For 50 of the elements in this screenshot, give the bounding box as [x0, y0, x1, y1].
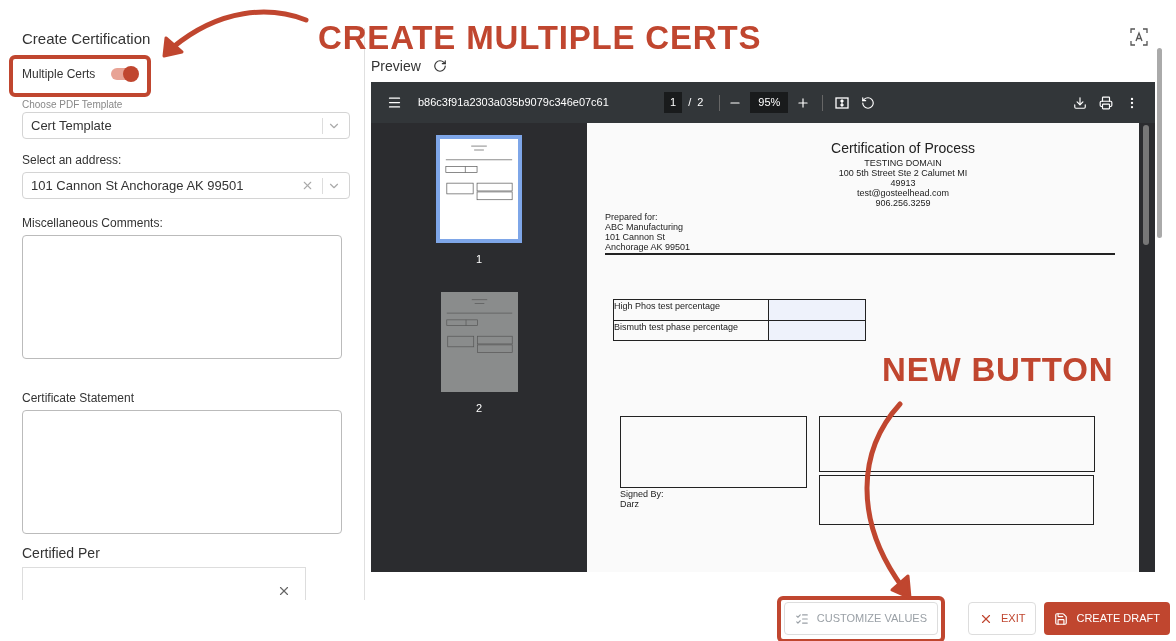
toggle-switch[interactable] [111, 68, 138, 80]
file-name: b86c3f91a2303a035b9079c346e07c61 [418, 95, 610, 111]
document-text: 906.256.3259 [875, 198, 931, 208]
checklist-icon [794, 611, 809, 626]
input-cell[interactable] [769, 300, 865, 320]
document-text: 49913 [890, 178, 916, 188]
refresh-icon[interactable] [432, 59, 447, 73]
preview-title: Preview [371, 56, 421, 76]
page-scrollbar[interactable] [1157, 48, 1162, 238]
annotation-heading: CREATE MULTIPLE CERTS [318, 20, 762, 56]
download-icon[interactable] [1073, 95, 1087, 110]
action-button[interactable]: EXIT [968, 602, 1037, 635]
clear-icon[interactable] [277, 584, 291, 598]
thumbnail-page-number: 2 [475, 400, 483, 416]
document-text: Signed By: [620, 489, 665, 499]
print-icon[interactable] [1099, 95, 1113, 110]
input-cell[interactable] [769, 321, 865, 340]
document-title: Certification of Process [830, 139, 976, 157]
rotate-icon[interactable] [861, 95, 876, 110]
menu-icon[interactable] [387, 95, 402, 110]
toggle-label: Multiple Certs [22, 66, 96, 83]
field-label: Miscellaneous Comments: [22, 215, 164, 232]
field-label: Certificate Statement [22, 390, 136, 407]
zoom-in-icon[interactable] [796, 95, 811, 110]
document-text: TESTING DOMAIN [864, 158, 942, 168]
document-text: Darz [620, 499, 640, 509]
document-text: 101 Cannon St [605, 232, 667, 242]
page-thumbnail[interactable] [440, 291, 518, 392]
certified-per-field[interactable] [22, 567, 306, 600]
document-text: ABC Manufacturing [605, 222, 685, 232]
page-number-field[interactable]: 1 [664, 92, 683, 113]
scrollbar[interactable] [1143, 125, 1149, 245]
field-label: Select an address: [22, 152, 123, 169]
thumbnail-page-number: 1 [475, 252, 483, 267]
document-text: Prepared for: [605, 212, 659, 222]
page-separator: / [688, 95, 692, 111]
page-total: 2 [697, 95, 704, 111]
page-thumbnail[interactable] [436, 135, 522, 243]
field-label: Certified Per [22, 544, 101, 563]
field-label: Choose PDF Template [22, 99, 123, 111]
annotation-heading: NEW BUTTON [882, 352, 1114, 388]
action-button[interactable]: CREATE DRAFT [1044, 602, 1170, 635]
document-text: Anchorage AK 99501 [605, 242, 692, 252]
zoom-field[interactable]: 95% [750, 92, 789, 113]
save-icon [1054, 611, 1069, 626]
document-text: 100 5th Street Ste 2 Calumet MI [838, 168, 968, 178]
document-text: test@gosteelhead.com [856, 188, 950, 198]
text-scan-icon[interactable] [1130, 28, 1148, 46]
select-field[interactable]: Cert Template [22, 112, 350, 139]
fit-page-icon[interactable] [835, 95, 850, 110]
